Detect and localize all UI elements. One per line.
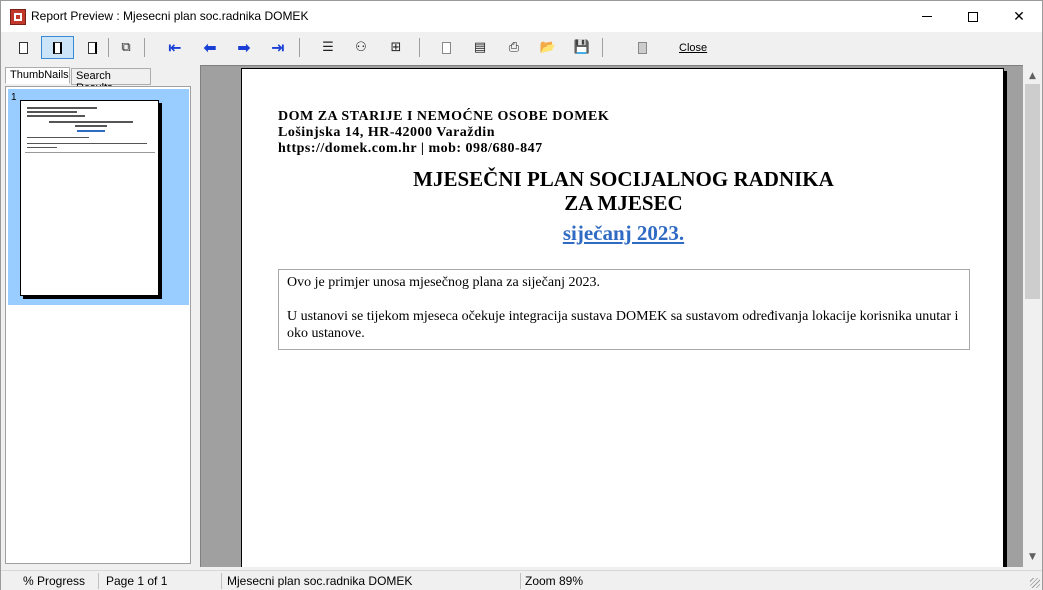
close-button[interactable]: Close xyxy=(679,42,707,54)
first-page-button[interactable]: ⇤ xyxy=(163,36,187,59)
title-bar: Report Preview : Mjesecni plan soc.radni… xyxy=(1,1,1042,32)
single-page-icon xyxy=(18,41,28,54)
previous-page-button[interactable]: ⬅ xyxy=(198,36,222,59)
plan-paragraph-2: U ustanovi se tijekom mjeseca očekuje in… xyxy=(287,309,959,341)
find-button[interactable]: ⚇ xyxy=(349,36,373,59)
open-button[interactable]: 📂 xyxy=(536,36,560,59)
thumbnail-line xyxy=(27,147,57,148)
window-title: Report Preview : Mjesecni plan soc.radni… xyxy=(31,9,309,23)
close-window-button[interactable]: ✕ xyxy=(996,1,1042,32)
thumbnail-line xyxy=(27,111,77,113)
multi-page-button[interactable]: ⧉ xyxy=(114,36,138,59)
report-title-line1: MJESEČNI PLAN SOCIJALNOG RADNIKA xyxy=(413,167,834,191)
resize-grip[interactable] xyxy=(1030,578,1040,588)
export-icon xyxy=(637,41,647,54)
print-button[interactable]: ⎙ xyxy=(502,36,526,59)
first-page-icon: ⇤ xyxy=(168,37,182,57)
thumbnail-line xyxy=(27,137,89,138)
organization-name: DOM ZA STARIJE I NEMOĆNE OSOBE DOMEK xyxy=(278,109,610,124)
folder-open-icon: 📂 xyxy=(539,40,557,55)
thumbnail-line xyxy=(27,143,147,144)
report-preview-area[interactable]: DOM ZA STARIJE I NEMOĆNE OSOBE DOMEK Loš… xyxy=(200,65,1023,567)
goto-page-icon: ☰ xyxy=(322,40,334,55)
toolbar-separator xyxy=(108,38,109,57)
save-icon: 💾 xyxy=(573,40,591,55)
thumbnail-panel: 1 xyxy=(5,86,191,564)
plan-paragraph-1: Ovo je primjer unosa mjesečnog plana za … xyxy=(287,275,600,290)
printer-icon: ⎙ xyxy=(508,40,520,55)
status-separator xyxy=(98,573,99,589)
thumbnail-preview xyxy=(20,100,159,296)
close-icon: ✕ xyxy=(1013,8,1025,25)
thumbnail-line xyxy=(75,125,107,127)
arrow-right-icon: ➡ xyxy=(237,37,251,57)
plan-content-box: Ovo je primjer unosa mjesečnog plana za … xyxy=(278,269,970,350)
arrow-left-icon: ⬅ xyxy=(203,37,217,57)
thumbnail-line xyxy=(27,107,97,109)
last-page-button[interactable]: ⇥ xyxy=(266,36,290,59)
status-separator xyxy=(520,573,521,589)
binoculars-icon: ⚇ xyxy=(355,40,367,55)
app-icon xyxy=(10,9,26,25)
find-in-pages-button[interactable]: ⊞ xyxy=(384,36,408,59)
toolbar: ⧉ ⇤ ⬅ ➡ ⇥ ☰ ⚇ ⊞ ▤ ⎙ 📂 💾 Close xyxy=(1,32,1042,63)
page-setup-icon xyxy=(441,41,451,54)
thumbnail-line xyxy=(49,121,133,123)
status-report-name: Mjesecni plan soc.radnika DOMEK xyxy=(227,574,413,588)
save-button[interactable]: 💾 xyxy=(570,36,594,59)
tab-search-results[interactable]: Search Results xyxy=(71,68,151,94)
status-bar: % Progress Page 1 of 1 Mjesecni plan soc… xyxy=(1,570,1042,590)
thumbnail-line xyxy=(25,152,155,153)
next-page-button[interactable]: ➡ xyxy=(232,36,256,59)
toolbar-separator xyxy=(602,38,603,57)
page-width-button[interactable] xyxy=(41,36,74,59)
whole-page-icon xyxy=(87,41,97,54)
organization-header: DOM ZA STARIJE I NEMOĆNE OSOBE DOMEK Loš… xyxy=(278,109,609,157)
report-preview-window: Report Preview : Mjesecni plan soc.radni… xyxy=(0,0,1043,590)
scroll-down-icon[interactable]: ▼ xyxy=(1023,548,1042,565)
thumbnail-page-1[interactable]: 1 xyxy=(8,89,189,305)
tab-thumbnails[interactable]: ThumbNails xyxy=(5,67,70,84)
multi-page-icon: ⧉ xyxy=(121,40,131,55)
thumbnail-line xyxy=(77,130,105,132)
last-page-icon: ⇥ xyxy=(271,37,285,57)
find-pages-icon: ⊞ xyxy=(390,40,402,55)
scroll-up-icon[interactable]: ▲ xyxy=(1023,67,1042,84)
page-width-icon xyxy=(53,41,62,54)
toolbar-separator xyxy=(419,38,420,57)
minimize-button[interactable] xyxy=(904,1,950,32)
status-zoom: Zoom 89% xyxy=(525,574,584,588)
toolbar-separator xyxy=(144,38,145,57)
minimize-icon xyxy=(922,16,932,17)
maximize-button[interactable] xyxy=(950,1,996,32)
organization-address: Lošinjska 14, HR-42000 Varaždin xyxy=(278,125,495,140)
export-button[interactable] xyxy=(630,36,654,59)
maximize-icon xyxy=(968,11,978,22)
printer-setup-icon: ▤ xyxy=(473,40,487,55)
status-page: Page 1 of 1 xyxy=(106,574,168,588)
whole-page-button[interactable] xyxy=(80,36,104,59)
report-month: siječanj 2023. xyxy=(562,221,685,245)
printer-setup-button[interactable]: ▤ xyxy=(468,36,492,59)
thumbnail-number: 1 xyxy=(11,92,17,103)
organization-contact: https://domek.com.hr | mob: 098/680-847 xyxy=(278,141,543,156)
report-title-line2: ZA MJESEC xyxy=(564,191,683,215)
toolbar-separator xyxy=(299,38,300,57)
vertical-scrollbar[interactable]: ▲ ▼ xyxy=(1023,65,1042,567)
scrollbar-thumb[interactable] xyxy=(1025,84,1040,299)
page-setup-button[interactable] xyxy=(434,36,458,59)
status-progress: % Progress xyxy=(23,574,86,588)
goto-page-button[interactable]: ☰ xyxy=(316,36,340,59)
report-page: DOM ZA STARIJE I NEMOĆNE OSOBE DOMEK Loš… xyxy=(241,68,1004,567)
single-page-button[interactable] xyxy=(11,36,35,59)
status-separator xyxy=(221,573,222,589)
thumbnail-line xyxy=(27,115,85,117)
